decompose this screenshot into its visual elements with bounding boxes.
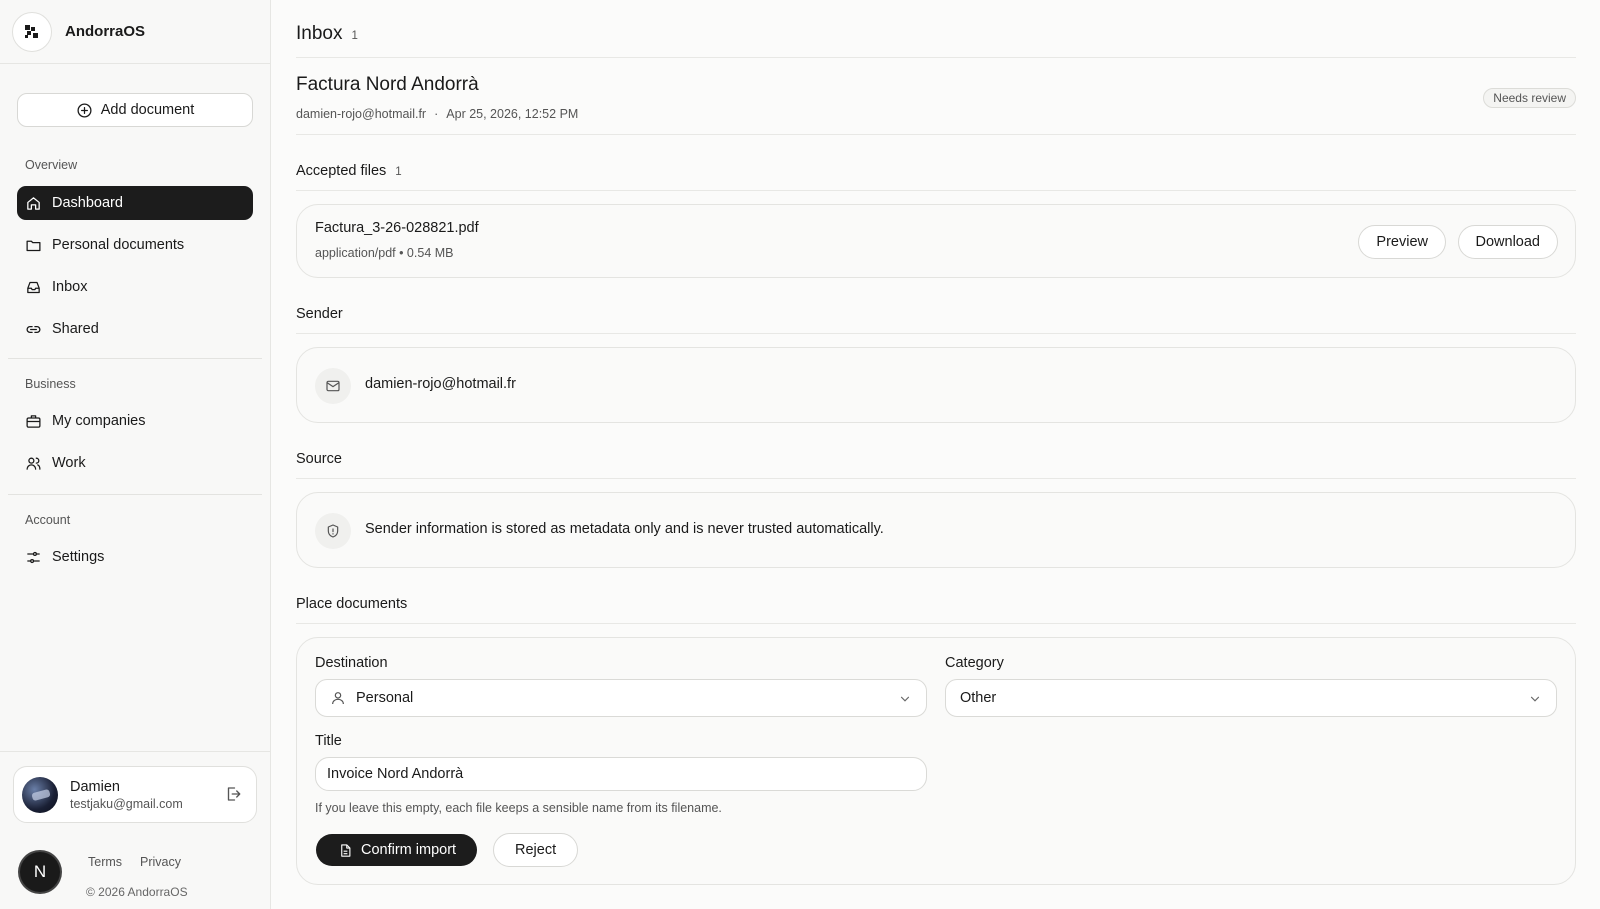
file-card: Factura_3-26-028821.pdf application/pdf … [296,204,1576,278]
sidebar-item-shared[interactable]: Shared [17,312,253,346]
logout-icon [227,787,241,801]
app-logo-icon [12,11,52,52]
document-title: Factura Nord Andorrà [296,74,479,95]
link-icon [26,325,41,333]
user-icon [332,692,344,705]
section-account: Account [25,513,71,527]
reject-button[interactable]: Reject [493,833,579,867]
copyright: © 2026 AndorraOS [86,885,188,899]
chevron-down-icon [1530,696,1540,702]
destination-label: Destination [315,655,388,671]
add-document-button[interactable]: Add document [17,93,253,127]
sidebar-item-label: Work [52,455,86,471]
document-date: Apr 25, 2026, 12:52 PM [446,107,579,121]
accepted-files-title: Accepted files [296,163,387,179]
shield-icon [315,513,351,549]
user-card[interactable]: Damien testjaku@gmail.com [13,766,257,823]
page-title: Inbox 1 [296,23,358,45]
dev-badge[interactable]: N [20,852,60,892]
source-heading: Source [296,451,342,467]
divider [296,623,1576,624]
place-documents-card: Destination Personal Category Other Titl… [296,637,1576,885]
sender-card: damien-rojo@hotmail.fr [296,347,1576,423]
title-input[interactable] [315,757,927,791]
mail-icon [315,368,351,404]
briefcase-icon [26,414,41,428]
category-select[interactable]: Other [945,679,1557,717]
sender-title: Sender [296,306,343,322]
app-root: AndorraOS Add document Overview Dashboar… [0,0,1600,909]
avatar [22,776,58,813]
file-meta: application/pdf • 0.54 MB [315,246,454,260]
sidebar-divider [8,358,262,359]
user-email: testjaku@gmail.com [70,796,183,811]
divider [296,57,1576,58]
chevron-down-icon [900,696,910,702]
sidebar-item-label: Inbox [52,279,88,295]
status-badge: Needs review [1483,88,1576,108]
destination-value: Personal [356,690,414,706]
sidebar-item-my-companies[interactable]: My companies [17,404,253,438]
source-card: Sender information is stored as metadata… [296,492,1576,568]
home-icon [27,196,40,210]
inbox-count: 1 [351,30,358,42]
destination-select[interactable]: Personal [315,679,927,717]
title-label: Title [315,733,342,749]
title-hint: If you leave this empty, each file keeps… [315,801,722,815]
source-note: Sender information is stored as metadata… [365,521,884,537]
document-meta: damien-rojo@hotmail.fr · Apr 25, 2026, 1… [296,107,578,121]
terms-link[interactable]: Terms [88,855,122,869]
sidebar-item-label: Dashboard [52,195,123,211]
plus-circle-icon [77,102,92,118]
file-name: Factura_3-26-028821.pdf [315,220,479,236]
divider [296,478,1576,479]
place-documents-title: Place documents [296,596,408,612]
divider [296,190,1576,191]
page-title-text: Inbox [296,23,343,44]
confirm-import-button[interactable]: Confirm import [316,834,478,866]
sidebar-item-label: Settings [52,549,105,565]
logout-button[interactable] [224,785,242,806]
category-value: Other [960,690,997,706]
confirm-import-label: Confirm import [361,842,457,858]
brand[interactable]: AndorraOS [0,0,270,64]
section-overview: Overview [25,158,78,172]
user-name: Damien [70,778,120,795]
sliders-icon [27,551,40,563]
sender-heading: Sender [296,306,343,322]
privacy-link[interactable]: Privacy [140,855,181,869]
sidebar-item-label: Personal documents [52,237,185,253]
sidebar-item-label: Shared [52,321,99,337]
sidebar: AndorraOS Add document Overview Dashboar… [0,0,271,909]
sidebar-item-work[interactable]: Work [17,446,253,480]
divider [296,333,1576,334]
user-area: Damien testjaku@gmail.com N Terms Privac… [0,751,270,909]
sidebar-divider [8,494,262,495]
inbox-icon [27,281,40,293]
app-name: AndorraOS [65,23,146,40]
add-document-label: Add document [100,102,195,118]
meta-separator: · [434,107,439,121]
preview-button[interactable]: Preview [1358,225,1446,259]
section-business: Business [25,377,76,391]
sidebar-item-inbox[interactable]: Inbox [17,270,253,304]
category-label: Category [945,655,1004,671]
accepted-files-heading: Accepted files 1 [296,163,402,179]
footer-links: Terms Privacy [88,855,181,869]
sidebar-item-label: My companies [52,413,146,429]
main-content: Inbox 1 Factura Nord Andorrà damien-rojo… [271,0,1600,909]
divider [296,134,1576,135]
sender-email: damien-rojo@hotmail.fr [365,376,516,392]
source-title: Source [296,451,342,467]
file-icon [341,843,351,857]
download-button[interactable]: Download [1457,225,1558,259]
sidebar-item-settings[interactable]: Settings [17,540,253,574]
users-icon [26,457,41,470]
sidebar-item-personal-documents[interactable]: Personal documents [17,228,253,262]
sidebar-item-dashboard[interactable]: Dashboard [17,186,253,220]
accepted-files-count: 1 [395,166,402,178]
place-documents-heading: Place documents [296,596,407,612]
document-sender: damien-rojo@hotmail.fr [296,107,427,121]
folder-icon [26,240,41,251]
